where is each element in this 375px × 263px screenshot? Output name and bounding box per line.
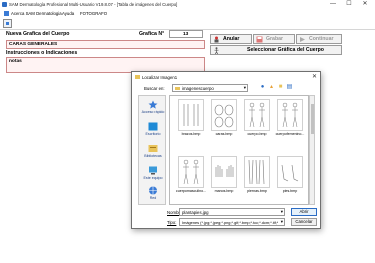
file-type-value: Imágenes (*.jpg;*.jpeg;*.png;*.gif;*.bmp… bbox=[182, 220, 278, 225]
file-name: brazos.bmp bbox=[181, 132, 201, 136]
place-libraries[interactable]: Bibliotecas bbox=[139, 142, 167, 162]
save-icon bbox=[256, 36, 263, 43]
maximize-button[interactable]: ☐ bbox=[343, 0, 355, 9]
title-bar: SAM Dermatología Profesional Multi-Usuar… bbox=[0, 0, 375, 9]
menu-bar: Acerca SAM Dermatologia Ayuda FOTOGRAFO bbox=[0, 9, 375, 17]
file-item[interactable]: piernas.bmp bbox=[244, 156, 270, 196]
place-network[interactable]: Red bbox=[139, 184, 167, 204]
select-graphic-button[interactable]: Seleccionar Gráfica del Cuerpo bbox=[210, 45, 342, 55]
file-item[interactable]: caras.bmp bbox=[211, 99, 237, 139]
continue-icon bbox=[299, 36, 306, 43]
place-label: Escritorio bbox=[145, 132, 161, 136]
file-name: caras.bmp bbox=[215, 132, 233, 136]
file-name: cuerpofemenino... bbox=[275, 132, 305, 136]
menu-item-about[interactable]: Acerca SAM Dermatologia bbox=[11, 11, 62, 16]
look-in-value: imagenescuerpo bbox=[182, 86, 214, 91]
look-in-label: Buscar en: bbox=[144, 86, 165, 91]
dialog-close-icon[interactable]: ✕ bbox=[312, 73, 317, 80]
exit-icon[interactable] bbox=[3, 19, 12, 28]
file-type-label: Tipo: bbox=[167, 220, 177, 225]
continue-button[interactable]: Continuar bbox=[296, 34, 342, 44]
continue-label: Continuar bbox=[309, 36, 334, 42]
chevron-down-icon: ▾ bbox=[280, 209, 283, 214]
chevron-down-icon: ▾ bbox=[243, 85, 246, 90]
minimize-button[interactable]: — bbox=[327, 0, 339, 9]
filename-input[interactable]: plantapies.jpg ▾ bbox=[179, 208, 285, 216]
place-label: Red bbox=[149, 196, 157, 200]
cancel-record-button[interactable]: Anular bbox=[210, 34, 252, 44]
file-type-select[interactable]: Imágenes (*.jpg;*.jpeg;*.png;*.gif;*.bmp… bbox=[179, 218, 285, 226]
app-icon bbox=[2, 2, 7, 7]
folder-icon bbox=[135, 75, 140, 79]
place-label: Acceso rápido bbox=[141, 110, 165, 114]
body-figure-icon bbox=[213, 47, 220, 55]
dialog-title-bar: Localizar Imagen1 ✕ bbox=[132, 72, 320, 82]
file-name: pies.bmp bbox=[282, 189, 298, 193]
open-button[interactable]: Abrir bbox=[291, 208, 317, 216]
instructions-label: Instrucciones o Indicaciones bbox=[6, 50, 78, 56]
places-bar: Acceso rápido Escritorio Bibliotecas Est… bbox=[138, 95, 166, 205]
info-icon bbox=[4, 10, 9, 16]
image-thumbnail bbox=[178, 156, 204, 188]
scrollbar-thumb[interactable] bbox=[311, 104, 314, 134]
dialog-title: Localizar Imagen1 bbox=[142, 74, 178, 80]
file-item[interactable]: cuerpomasculino... bbox=[175, 156, 207, 196]
locate-image-dialog: Localizar Imagen1 ✕ Buscar en: imagenesc… bbox=[131, 71, 321, 229]
new-folder-icon[interactable]: ■ bbox=[277, 84, 284, 91]
desktop-icon bbox=[148, 122, 158, 131]
place-label: Bibliotecas bbox=[144, 154, 162, 158]
toolbar bbox=[0, 17, 375, 30]
close-button[interactable]: ✕ bbox=[359, 0, 371, 9]
place-this-pc[interactable]: Este equipo bbox=[139, 164, 167, 184]
file-list: brazos.bmp caras.bmp cuerpo.bmp cuerpofe… bbox=[169, 95, 309, 205]
up-folder-icon[interactable]: ▴ bbox=[268, 84, 275, 91]
graphic-number-value: 13 bbox=[183, 32, 189, 37]
file-name: cuerpomasculino... bbox=[175, 189, 207, 193]
filename-value: plantapies.jpg bbox=[182, 210, 209, 215]
file-list-scrollbar[interactable] bbox=[309, 95, 315, 205]
file-item[interactable]: brazos.bmp bbox=[178, 99, 204, 139]
cancel-icon bbox=[213, 36, 220, 43]
image-thumbnail bbox=[211, 99, 237, 131]
window-title: SAM Dermatología Profesional Multi-Usuar… bbox=[9, 1, 178, 7]
computer-icon bbox=[149, 166, 157, 175]
graphic-name-field[interactable]: CARAS GENERALES bbox=[6, 40, 205, 49]
image-thumbnail bbox=[178, 99, 204, 131]
look-in-select[interactable]: imagenescuerpo ▾ bbox=[172, 84, 248, 92]
back-icon[interactable]: ● bbox=[259, 84, 266, 91]
image-thumbnail bbox=[277, 156, 303, 188]
menu-item-help[interactable]: Ayuda bbox=[62, 11, 74, 16]
place-label: Este equipo bbox=[143, 176, 163, 180]
star-icon bbox=[148, 100, 158, 109]
file-name: manos.bmp bbox=[214, 189, 234, 193]
image-thumbnail bbox=[244, 99, 270, 131]
image-thumbnail bbox=[277, 99, 303, 131]
file-item[interactable]: manos.bmp bbox=[211, 156, 237, 196]
image-thumbnail bbox=[211, 156, 237, 188]
image-thumbnail bbox=[244, 156, 270, 188]
chevron-down-icon: ▾ bbox=[280, 219, 283, 224]
graphic-name-value: CARAS GENERALES bbox=[9, 42, 58, 47]
graphic-number-field[interactable]: 13 bbox=[169, 30, 203, 38]
dialog-cancel-button[interactable]: Cancelar bbox=[291, 218, 317, 226]
place-quick-access[interactable]: Acceso rápido bbox=[139, 98, 167, 118]
graphic-number-label: Grafica N° bbox=[139, 31, 165, 37]
select-graphic-label: Seleccionar Gráfica del Cuerpo bbox=[247, 47, 324, 53]
folder-icon bbox=[175, 87, 180, 90]
file-name: piernas.bmp bbox=[247, 189, 267, 193]
file-item[interactable]: cuerpofemenino... bbox=[275, 99, 305, 139]
library-icon bbox=[148, 145, 158, 152]
notes-value: notas bbox=[9, 59, 22, 64]
file-name: cuerpo.bmp bbox=[247, 132, 267, 136]
network-icon bbox=[149, 186, 157, 195]
file-item[interactable]: cuerpo.bmp bbox=[244, 99, 270, 139]
save-button[interactable]: Grabar bbox=[253, 34, 295, 44]
place-desktop[interactable]: Escritorio bbox=[139, 120, 167, 140]
new-graphic-label: Nueva Grafica del Cuerpo bbox=[6, 31, 70, 37]
view-menu-icon[interactable]: ▤ bbox=[286, 84, 293, 91]
cancel-record-label: Anular bbox=[223, 36, 240, 42]
menu-item-photographer[interactable]: FOTOGRAFO bbox=[80, 11, 107, 16]
file-item[interactable]: pies.bmp bbox=[277, 156, 303, 196]
save-label: Grabar bbox=[266, 36, 284, 42]
